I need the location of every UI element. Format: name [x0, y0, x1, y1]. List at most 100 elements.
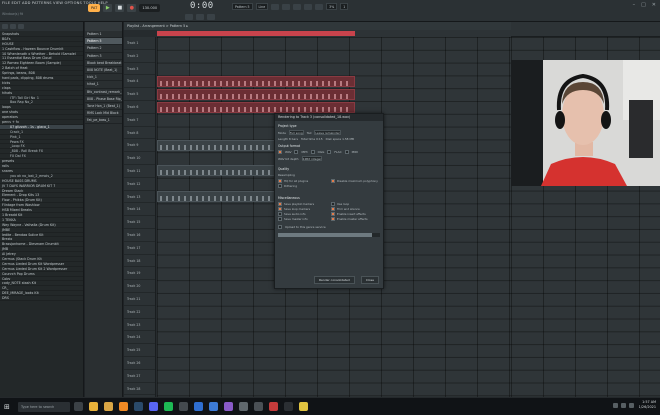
music-app-icon[interactable] — [269, 402, 278, 411]
network-icon[interactable] — [613, 403, 618, 408]
picker-item[interactable]: Pattern 5 — [85, 38, 122, 46]
track-header[interactable]: Track 10 — [124, 152, 155, 165]
track-header[interactable]: Track 28 — [124, 383, 155, 396]
track-header[interactable]: Track 5 — [124, 88, 155, 101]
snap-selector[interactable]: Line — [255, 3, 269, 10]
steam-icon[interactable] — [134, 402, 143, 411]
picker-item[interactable]: Pattern 1 — [85, 31, 122, 39]
upload-checkbox[interactable] — [278, 225, 282, 229]
stop-icon[interactable]: ■ — [115, 3, 125, 12]
track-header[interactable]: Track 16 — [124, 229, 155, 242]
browser-icon[interactable] — [293, 3, 302, 10]
track-header[interactable]: Track 1 — [124, 37, 155, 50]
picker-item[interactable]: Tone Hon_1 (Beat_1) — [85, 103, 122, 111]
track-header[interactable]: Track 18 — [124, 255, 155, 268]
track-header[interactable]: Track 21 — [124, 293, 155, 306]
track-header[interactable]: Track 14 — [124, 203, 155, 217]
mode-select[interactable]: Full song — [288, 130, 304, 135]
undo-icon[interactable] — [185, 14, 193, 20]
picker-item[interactable]: RMS Lock Mid Block — [85, 110, 122, 118]
taskbar-clock[interactable]: 1:57 AM 1/26/2021 — [639, 400, 656, 410]
battery-icon[interactable] — [629, 403, 634, 408]
track-header[interactable]: Track 17 — [124, 242, 155, 255]
track-header[interactable]: Track 9 — [124, 139, 155, 153]
track-header[interactable]: Track 27 — [124, 370, 155, 383]
loop-region[interactable] — [157, 31, 355, 36]
redo-icon[interactable] — [196, 14, 204, 20]
pattern-clip[interactable] — [157, 89, 355, 100]
minimize-icon[interactable]: – — [633, 2, 636, 8]
use-loop-checkbox[interactable] — [331, 202, 335, 206]
calculator-icon[interactable] — [254, 402, 263, 411]
spotify-icon[interactable] — [164, 402, 173, 411]
track-header[interactable]: Track 15 — [124, 216, 155, 229]
trim-end-checkbox[interactable] — [331, 207, 335, 211]
channel-rack-icon[interactable] — [304, 3, 313, 10]
track-header[interactable]: Track 3 — [124, 63, 155, 76]
timeline-ruler[interactable] — [157, 30, 511, 37]
settings-icon[interactable] — [239, 402, 248, 411]
pattern-clip[interactable] — [157, 102, 355, 113]
polyphony-checkbox[interactable] — [331, 179, 335, 183]
hq-plugins-checkbox[interactable] — [278, 179, 282, 183]
sort-icon[interactable] — [18, 24, 24, 29]
metronome-icon[interactable] — [207, 14, 215, 20]
picker-item[interactable]: 808 - Phase Base Rip_1 — [85, 96, 122, 103]
volume-icon[interactable] — [621, 403, 626, 408]
wav-checkbox[interactable] — [278, 150, 282, 154]
track-header[interactable]: Track 11 — [124, 165, 155, 178]
track-header[interactable]: Track 26 — [124, 357, 155, 370]
track-header[interactable]: Track 4 — [124, 75, 155, 89]
picker-item[interactable]: Pattern 3 — [85, 53, 122, 60]
pattern-selector[interactable]: Pattern 5 — [232, 3, 253, 10]
track-header[interactable]: Track 25 — [124, 344, 155, 357]
task-view-icon[interactable] — [74, 402, 83, 411]
picker-item[interactable]: kick_1 — [85, 74, 122, 82]
notes-icon[interactable] — [299, 402, 308, 411]
midi-checkbox[interactable] — [344, 150, 349, 154]
track-header[interactable]: Track 24 — [124, 331, 155, 345]
track-header[interactable]: Track 7 — [124, 114, 155, 127]
playlist-markers-checkbox[interactable] — [278, 202, 282, 206]
mixer-icon[interactable] — [271, 3, 280, 10]
picker-item[interactable]: Fat_pe_bass_1 — [85, 117, 122, 125]
track-header[interactable]: Track 13 — [124, 191, 155, 204]
picker-item[interactable]: Bfx_contrast_remark_1 — [85, 89, 122, 96]
close-icon[interactable]: ✕ — [652, 2, 656, 8]
mail-icon[interactable] — [194, 402, 203, 411]
back-icon[interactable] — [2, 24, 8, 29]
render-button[interactable]: Render consolidated — [314, 276, 355, 284]
pattern-clip[interactable] — [157, 76, 355, 87]
bit-depth-select[interactable]: 24Bit integer — [301, 156, 323, 161]
photos-icon[interactable] — [224, 402, 233, 411]
ogg-checkbox[interactable] — [310, 150, 315, 154]
picker-item[interactable]: Pattern 2 — [85, 45, 122, 53]
record-icon[interactable]: ● — [127, 3, 137, 12]
picker-item[interactable]: hihat_1 — [85, 81, 122, 89]
track-header[interactable]: Track 2 — [124, 50, 155, 63]
master-effects-checkbox[interactable] — [331, 217, 335, 221]
close-button[interactable]: Close — [360, 276, 379, 284]
dithering-checkbox[interactable] — [278, 184, 282, 188]
obs-icon[interactable] — [179, 402, 188, 411]
playlist-icon[interactable] — [315, 3, 324, 10]
explorer-icon[interactable] — [104, 402, 113, 411]
master-info-checkbox[interactable] — [278, 217, 282, 221]
loop-markers-checkbox[interactable] — [278, 207, 282, 211]
maximize-icon[interactable]: □ — [641, 2, 646, 8]
terminal-icon[interactable] — [284, 402, 293, 411]
chrome-icon[interactable] — [89, 402, 98, 411]
discord-icon[interactable] — [149, 402, 158, 411]
search-icon[interactable] — [10, 24, 16, 29]
tail-select[interactable]: Leave remainder — [314, 130, 341, 135]
windows-start-icon[interactable]: ⊞ — [4, 403, 12, 411]
play-icon[interactable]: ▶ — [103, 3, 113, 12]
track-header[interactable]: Track 22 — [124, 306, 155, 319]
picker-item[interactable]: 808 NOTE (Beat_1) — [85, 67, 122, 75]
taskbar-search-input[interactable]: Type here to search — [18, 402, 70, 412]
picker-item[interactable]: Blook beat Breakbeat — [85, 60, 122, 67]
flac-checkbox[interactable] — [327, 150, 332, 154]
pattern-mode-toggle[interactable]: PAT — [88, 3, 101, 12]
track-header[interactable]: Track 12 — [124, 178, 155, 191]
track-header[interactable]: Track 19 — [124, 267, 155, 281]
